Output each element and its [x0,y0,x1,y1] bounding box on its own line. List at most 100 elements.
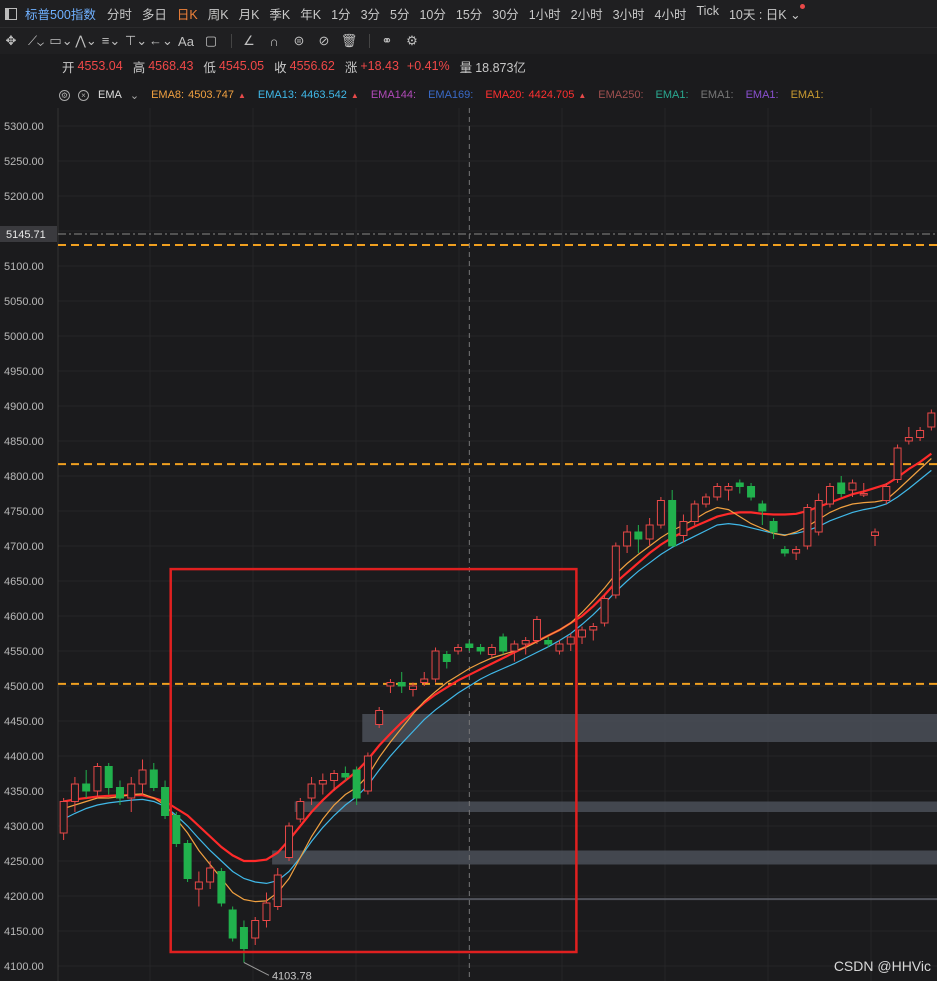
candle-body [70,783,79,802]
close-value: 4556.62 [289,59,335,73]
comment-icon[interactable]: ▢ [200,31,222,51]
timeframe-2[interactable]: 日K [172,4,203,23]
trend-up-icon: ▲ [578,91,587,100]
candle-body [285,825,294,858]
timeframe-13[interactable]: 1小时 [524,4,566,23]
candle-body [871,531,880,536]
candle-body [792,549,801,554]
candle-body [431,650,440,680]
candle-body [161,787,170,816]
timeframe-8[interactable]: 3分 [356,4,385,23]
ema-item-3[interactable]: EMA169: [428,89,473,101]
indicator-name[interactable]: EMA [98,89,122,101]
y-tick-label: 4250.00 [4,856,44,868]
text-icon[interactable]: Aa [175,31,197,51]
ema-item-5[interactable]: EMA250: [598,89,643,101]
support-zone [272,898,937,901]
y-tick-label: 5050.00 [4,296,44,308]
timeframe-4[interactable]: 月K [234,4,265,23]
rect-icon[interactable]: ▭⌄ [49,31,72,51]
timeframe-14[interactable]: 2小时 [566,4,608,23]
candle-body [724,486,733,491]
ema-label: EMA20: [485,89,525,101]
timeframe-3[interactable]: 周K [203,4,234,23]
open-label: 开 [62,60,75,75]
candle-body [375,710,384,725]
hide-icon[interactable]: ⊘ [313,31,335,51]
settings-icon[interactable]: ⚙ [401,31,423,51]
ema-item-1[interactable]: EMA13: 4463.542 ▲ [258,89,359,101]
chevron-down-icon: ⌄ [790,8,801,22]
ema-item-6[interactable]: EMA1: [656,89,689,101]
timeframe-0[interactable]: 分时 [102,4,137,23]
ema-label: EMA1: [790,89,824,101]
trash-icon[interactable]: 🗑 [338,31,360,51]
timeframe-10[interactable]: 10分 [414,4,450,23]
ema-item-4[interactable]: EMA20: 4424.705 ▲ [485,89,586,101]
timeframe-7[interactable]: 1分 [326,4,355,23]
candle-body [848,482,857,491]
y-tick-label: 4500.00 [4,681,44,693]
y-tick-label: 4850.00 [4,436,44,448]
symbol-title[interactable]: 标普500指数 [25,4,96,23]
pattern-icon[interactable]: ⋀⌄ [75,31,97,51]
candle-body [194,881,203,890]
candle-body [499,636,508,652]
y-tick-label: 4350.00 [4,786,44,798]
ema-label: EMA1: [745,89,779,101]
candle-body [679,521,688,536]
candle-body [487,647,496,655]
candle-body [149,769,158,788]
timeframe-15[interactable]: 3小时 [608,4,650,23]
ema-label: EMA1: [655,89,689,101]
support-zone [362,714,937,742]
chevron-down-icon[interactable]: ⌄ [130,89,139,102]
candle-body [93,766,102,792]
timeframe-17[interactable]: Tick [692,4,724,23]
link-icon[interactable]: ⚭ [376,31,398,51]
candle-body [251,920,260,939]
timeframe-9[interactable]: 5分 [385,4,414,23]
high-label: 高 [132,60,146,75]
ema-label: EMA8: [151,89,185,101]
candle-body [916,430,925,438]
panel-toggle-icon[interactable] [5,7,17,20]
candle-body [803,507,812,547]
timeframe-11[interactable]: 15分 [451,4,487,23]
indicator-settings-icon[interactable]: ⚙ [59,89,70,101]
ruler-icon[interactable]: ∠ [238,31,260,51]
fib-icon[interactable]: ⊤⌄ [125,31,147,51]
indicator-close-icon[interactable]: × [78,89,89,101]
candle-body [397,682,406,687]
line-icon[interactable]: ⟋⌄ [25,31,47,51]
change-label: 涨 [344,60,358,75]
candle-body [893,447,902,480]
visibility-icon[interactable]: ⊜ [288,31,310,51]
magnet-icon[interactable]: ∩ [263,31,285,51]
timeframe-5[interactable]: 季K [264,4,295,23]
ema-item-2[interactable]: EMA144: [371,89,416,101]
ema-item-7[interactable]: EMA1: [701,89,734,101]
move-icon[interactable]: ✥ [0,31,22,51]
y-tick-label: 5250.00 [4,156,44,168]
candle-body [701,496,710,505]
trend-up-icon: ▲ [237,91,246,100]
ema-item-9[interactable]: EMA1: [791,89,824,101]
arrow-icon[interactable]: ←⌄ [149,31,173,51]
timeframe-16[interactable]: 4小时 [650,4,692,23]
y-tick-label: 4200.00 [4,891,44,903]
y-tick-label: 4150.00 [4,926,44,938]
candlestick-chart[interactable]: 5300.005250.005200.005150.005100.005050.… [0,108,937,981]
timeframe-1[interactable]: 多日 [137,4,172,23]
range-select[interactable]: 10天 : 日K ⌄ [724,4,806,23]
timeframe-12[interactable]: 30分 [487,4,523,23]
candle-body [634,531,643,540]
candle-body [115,787,124,799]
candle-body [262,902,271,921]
y-tick-label: 4550.00 [4,646,44,658]
channel-icon[interactable]: ≡⌄ [100,31,122,51]
ema-item-0[interactable]: EMA8: 4503.747 ▲ [151,89,246,101]
timeframe-6[interactable]: 年K [295,4,326,23]
ema-item-8[interactable]: EMA1: [746,89,779,101]
close-label: 收 [274,60,287,75]
